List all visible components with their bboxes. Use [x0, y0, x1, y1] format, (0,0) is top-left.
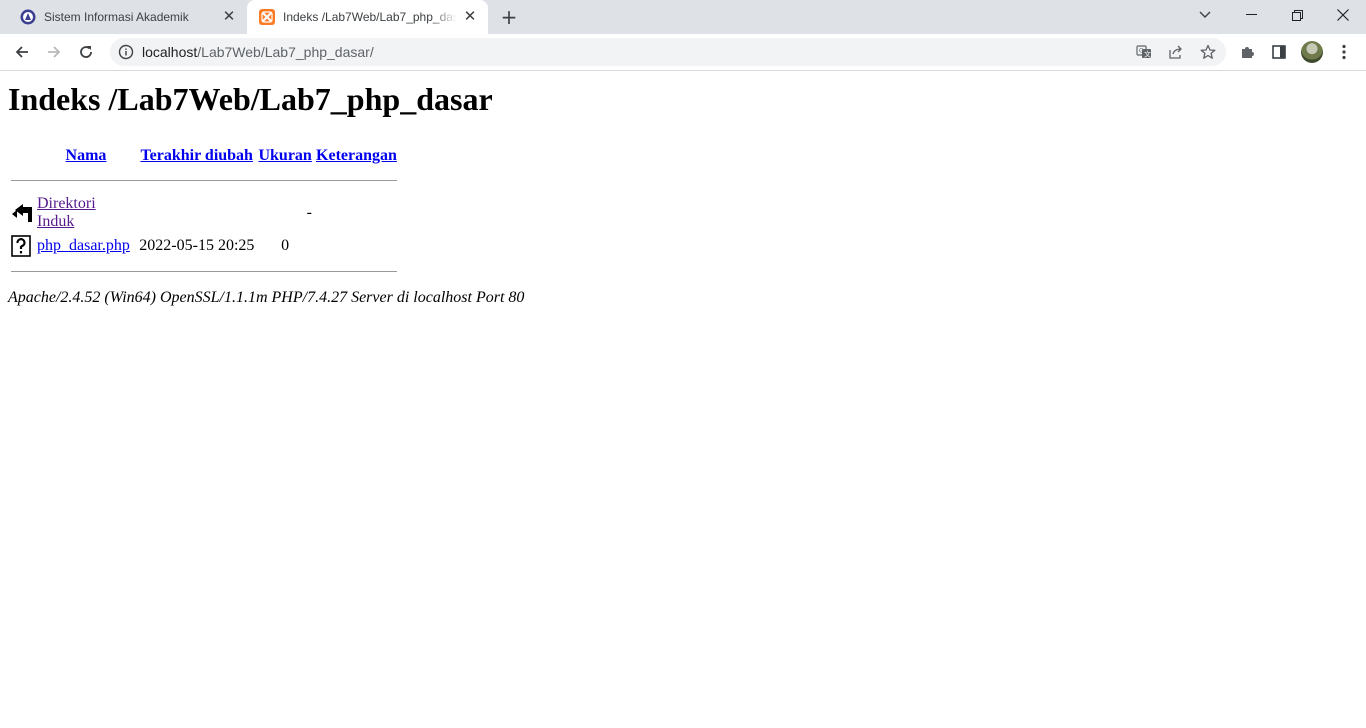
tab-title: Indeks /Lab7Web/Lab7_php_dasar	[283, 10, 457, 24]
svg-text:G: G	[1139, 48, 1144, 55]
page-content: Indeks /Lab7Web/Lab7_php_dasar Nama Tera…	[8, 71, 1358, 307]
table-row: Direktori Induk -	[10, 194, 398, 232]
server-signature: Apache/2.4.52 (Win64) OpenSSL/1.1.1m PHP…	[8, 289, 525, 306]
icon-column-header	[10, 145, 34, 167]
arrow-left-icon[interactable]	[8, 38, 36, 66]
svg-text:文: 文	[1144, 50, 1151, 59]
divider	[11, 180, 397, 181]
tab-title: Sistem Informasi Akademik	[44, 10, 189, 24]
name-cell: Direktori Induk	[36, 194, 136, 232]
kebab-menu-icon[interactable]	[1334, 42, 1354, 62]
file-link[interactable]: php_dasar.php	[37, 237, 130, 254]
column-header-name: Nama	[36, 145, 136, 167]
description-cell	[315, 194, 398, 232]
share-icon[interactable]	[1168, 44, 1184, 60]
tab-sistem-informasi-akademik[interactable]: Sistem Informasi Akademik ✕	[8, 0, 247, 34]
url-path: /Lab7Web/Lab7_php_dasar/	[197, 44, 374, 60]
xampp-favicon-icon	[259, 9, 275, 25]
url-text: localhost/Lab7Web/Lab7_php_dasar/	[142, 44, 374, 60]
divider-row	[10, 260, 398, 283]
address-bar[interactable]: localhost/Lab7Web/Lab7_php_dasar/ 文G	[110, 38, 1226, 66]
tab-strip: Sistem Informasi Akademik ✕ Indeks /Lab7…	[0, 0, 1366, 34]
divider	[11, 271, 397, 272]
name-cell: php_dasar.php	[36, 234, 136, 258]
side-panel-icon[interactable]	[1269, 42, 1289, 62]
column-header-description: Keterangan	[315, 145, 398, 167]
table-row: php_dasar.php 2022-05-15 20:25 0	[10, 234, 398, 258]
sort-by-description-link[interactable]: Keterangan	[316, 147, 397, 164]
sort-by-modified-link[interactable]: Terakhir diubah	[140, 147, 253, 164]
arrow-right-icon[interactable]	[40, 38, 68, 66]
parent-directory-link[interactable]: Direktori Induk	[37, 195, 96, 230]
modified-cell	[138, 194, 255, 232]
reload-icon[interactable]	[72, 38, 100, 66]
icon-cell	[10, 234, 34, 258]
icon-cell	[10, 194, 34, 232]
size-cell: 0	[281, 237, 290, 254]
translate-icon[interactable]: 文G	[1136, 44, 1152, 60]
table-header-row: Nama Terakhir diubah Ukuran Keterangan	[10, 145, 398, 167]
info-icon[interactable]	[118, 44, 134, 60]
column-header-size: Ukuran	[257, 145, 313, 167]
star-icon[interactable]	[1200, 44, 1216, 60]
puzzle-icon[interactable]	[1237, 42, 1257, 62]
restore-icon[interactable]	[1274, 0, 1320, 30]
back-folder-icon	[11, 203, 33, 223]
close-window-icon[interactable]	[1320, 0, 1366, 30]
unknown-file-icon	[11, 235, 33, 257]
new-tab-plus-icon[interactable]: +	[498, 6, 520, 28]
size-cell: -	[306, 204, 312, 221]
divider-row	[10, 169, 398, 192]
close-icon[interactable]: ✕	[462, 9, 478, 25]
browser-toolbar: localhost/Lab7Web/Lab7_php_dasar/ 文G	[0, 34, 1366, 71]
close-icon[interactable]: ✕	[221, 9, 237, 25]
column-header-modified: Terakhir diubah	[138, 145, 255, 167]
minimize-icon[interactable]	[1228, 0, 1274, 30]
directory-listing-table: Nama Terakhir diubah Ukuran Keterangan D…	[8, 143, 400, 285]
tab-indeks[interactable]: Indeks /Lab7Web/Lab7_php_dasar ✕	[247, 0, 488, 34]
tab-search-chevron-icon[interactable]	[1182, 0, 1228, 30]
description-cell	[315, 234, 398, 258]
page-title: Indeks /Lab7Web/Lab7_php_dasar	[8, 81, 493, 117]
modified-cell: 2022-05-15 20:25	[139, 237, 255, 254]
sort-by-size-link[interactable]: Ukuran	[258, 147, 311, 164]
url-host: localhost	[142, 44, 198, 60]
university-favicon-icon	[20, 9, 36, 25]
profile-avatar[interactable]	[1301, 41, 1323, 63]
sort-by-name-link[interactable]: Nama	[66, 147, 107, 164]
